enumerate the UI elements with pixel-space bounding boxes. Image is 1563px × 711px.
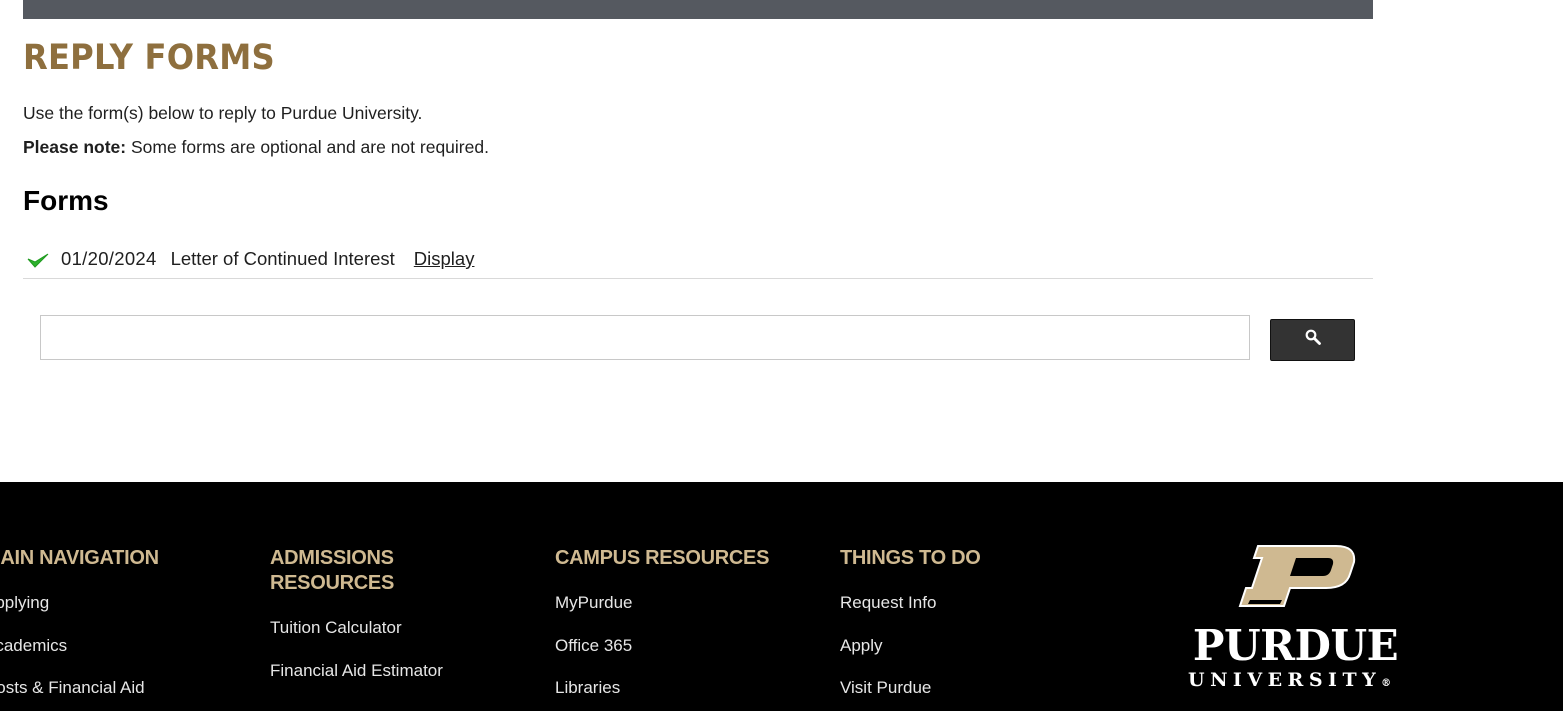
- footer-link-costs-financial-aid[interactable]: Costs & Financial Aid: [0, 678, 184, 711]
- search-button[interactable]: [1270, 319, 1355, 361]
- logo-university-text: UNIVERSITY: [1188, 669, 1382, 691]
- note-body: Some forms are optional and are not requ…: [126, 137, 489, 157]
- footer-heading: CAMPUS RESOURCES: [555, 547, 770, 569]
- footer-column-admissions-resources: ADMISSIONS RESOURCES Tuition Calculator …: [270, 546, 443, 703]
- footer-link-list: Applying Academics Costs & Financial Aid: [0, 593, 184, 711]
- footer-heading: MAIN NAVIGATION: [0, 547, 159, 569]
- footer-link-request-info[interactable]: Request Info: [840, 593, 1040, 636]
- footer-column-campus-resources: CAMPUS RESOURCES MyPurdue Office 365 Lib…: [555, 546, 795, 711]
- display-link[interactable]: Display: [414, 248, 475, 270]
- registered-mark: ®: [1381, 678, 1392, 689]
- footer: MAIN NAVIGATION Applying Academics Costs…: [0, 482, 1563, 711]
- logo-subtext: UNIVERSITY®: [1188, 669, 1413, 695]
- footer-column-things-to-do: THINGS TO DO Request Info Apply Visit Pu…: [840, 546, 1040, 711]
- footer-link-list: Request Info Apply Visit Purdue: [840, 593, 1040, 711]
- footer-link-list: Tuition Calculator Financial Aid Estimat…: [270, 618, 443, 703]
- footer-link-mypurdue[interactable]: MyPurdue: [555, 593, 795, 636]
- form-row: 01/20/2024 Letter of Continued Interest …: [23, 240, 1373, 279]
- note-label: Please note:: [23, 137, 127, 157]
- logo-wordmark: PURDUE: [1192, 621, 1399, 670]
- page-title: REPLY FORMS: [23, 38, 275, 78]
- footer-link-academics[interactable]: Academics: [0, 636, 184, 679]
- search-input[interactable]: [40, 315, 1250, 360]
- search-icon: [1305, 329, 1321, 350]
- footer-link-list: MyPurdue Office 365 Libraries: [555, 593, 795, 711]
- footer-link-libraries[interactable]: Libraries: [555, 678, 795, 711]
- footer-heading: ADMISSIONS RESOURCES: [270, 547, 394, 594]
- green-check-icon: [27, 249, 49, 269]
- form-name: Letter of Continued Interest: [170, 248, 395, 269]
- footer-link-applying[interactable]: Applying: [0, 593, 184, 636]
- footer-column-main-navigation: MAIN NAVIGATION Applying Academics Costs…: [0, 546, 184, 711]
- footer-link-financial-aid-estimator[interactable]: Financial Aid Estimator: [270, 661, 443, 704]
- footer-heading: THINGS TO DO: [840, 547, 981, 569]
- top-bar: [23, 0, 1373, 19]
- note-text: Please note: Some forms are optional and…: [23, 137, 489, 158]
- form-date: 01/20/2024: [61, 248, 157, 269]
- footer-link-tuition-calculator[interactable]: Tuition Calculator: [270, 618, 443, 661]
- forms-heading: Forms: [23, 185, 109, 216]
- purdue-logo[interactable]: PURDUE UNIVERSITY®: [1188, 544, 1413, 694]
- footer-link-office-365[interactable]: Office 365: [555, 636, 795, 679]
- purdue-p-logo-icon: [1238, 545, 1356, 607]
- intro-text: Use the form(s) below to reply to Purdue…: [23, 103, 423, 123]
- footer-link-apply[interactable]: Apply: [840, 636, 1040, 679]
- footer-link-visit-purdue[interactable]: Visit Purdue: [840, 678, 1040, 711]
